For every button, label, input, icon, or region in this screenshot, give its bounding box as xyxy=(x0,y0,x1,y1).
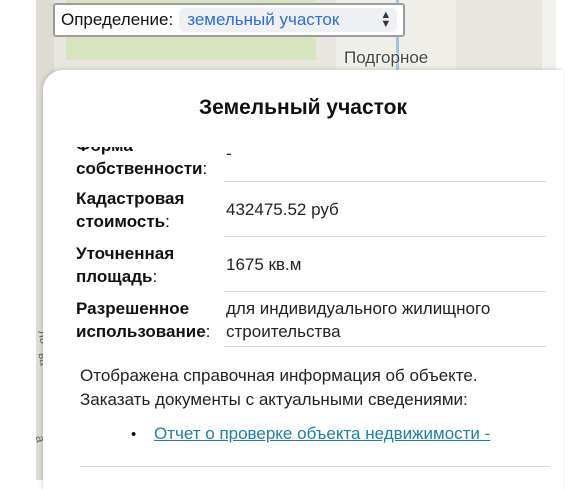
map-place-label: Подгорное xyxy=(344,48,429,67)
report-link[interactable]: Отчет о проверке объекта недвижимости - xyxy=(154,424,563,444)
property-label-top: Разрешенное xyxy=(76,299,190,318)
divider xyxy=(80,466,550,467)
property-label-main: стоимость xyxy=(76,212,166,231)
object-info-card: Земельный участок Форма собственности: -… xyxy=(43,70,563,490)
chevron-updown-icon: ▲ ▼ xyxy=(380,9,392,30)
property-label: Форма собственности: xyxy=(76,147,224,182)
property-row-permitted-use: Разрешенное использование: для индивидуа… xyxy=(76,292,546,347)
property-value: для индивидуального жилищного строительс… xyxy=(224,292,546,347)
property-label-main: площадь xyxy=(76,267,153,286)
property-label: Разрешенное использование: xyxy=(76,292,224,347)
property-row-ownership: Форма собственности: - xyxy=(76,132,546,182)
property-colon: : xyxy=(165,212,170,231)
properties-table: Форма собственности: - Кадастровая стоим… xyxy=(76,132,546,347)
definition-bar: Определение: земельный участок ▲ ▼ xyxy=(53,3,405,37)
property-colon: : xyxy=(152,267,158,286)
property-label-main: использование xyxy=(76,322,206,341)
info-line: Отображена справочная информация об объе… xyxy=(80,366,478,385)
property-value: 432475.52 руб xyxy=(224,182,546,237)
property-label-top: Форма xyxy=(76,147,133,157)
definition-label: Определение: xyxy=(61,10,174,29)
card-title: Земельный участок xyxy=(199,96,407,119)
info-text: Отображена справочная информация об объе… xyxy=(80,364,550,412)
property-colon: : xyxy=(202,159,208,178)
property-value: - xyxy=(224,132,546,182)
property-row-cadastral-value: Кадастровая стоимость: 432475.52 руб xyxy=(76,182,546,237)
property-label: Кадастровая стоимость: xyxy=(76,182,224,237)
definition-select-value: земельный участок xyxy=(187,10,340,29)
info-line: Заказать документы с актуальными сведени… xyxy=(80,390,468,409)
property-label: Уточненная площадь: xyxy=(76,237,224,292)
definition-select[interactable]: земельный участок ▲ ▼ xyxy=(179,8,398,32)
property-label-top: Уточненная xyxy=(76,244,175,263)
property-value: 1675 кв.м xyxy=(224,237,546,292)
property-colon: : xyxy=(205,322,211,341)
property-label-top: Кадастровая xyxy=(76,189,185,208)
property-row-area: Уточненная площадь: 1675 кв.м xyxy=(76,237,546,292)
bullet-icon: • xyxy=(131,426,137,443)
property-label-main: собственности xyxy=(76,159,203,178)
